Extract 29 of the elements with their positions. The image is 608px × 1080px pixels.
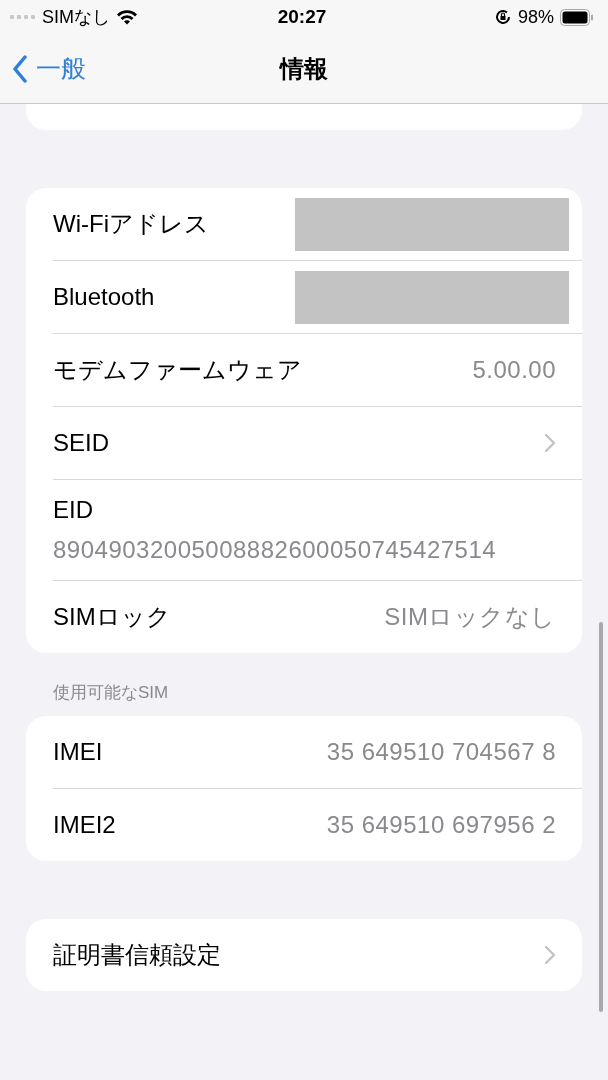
carrier-text: SIMなし xyxy=(42,6,110,29)
row-label: 証明書信頼設定 xyxy=(53,940,221,970)
row-value: 5.00.00 xyxy=(472,356,556,384)
back-button[interactable]: 一般 xyxy=(12,52,86,85)
settings-row[interactable]: 証明書信頼設定 xyxy=(53,919,582,991)
row-value: 35 649510 704567 8 xyxy=(326,738,556,766)
clock-time: 20:27 xyxy=(277,6,327,28)
chevron-icon xyxy=(544,945,556,965)
wifi-icon xyxy=(116,9,138,25)
chevron-icon xyxy=(544,433,556,453)
row-value: 35 649510 697956 2 xyxy=(326,811,556,839)
row-label: Wi-Fiアドレス xyxy=(53,209,209,239)
row-value: SIMロックなし xyxy=(384,602,556,632)
row-label: IMEI xyxy=(53,738,103,766)
row-label: モデムファームウェア xyxy=(53,355,302,385)
row-label: EID xyxy=(53,496,94,524)
battery-percent: 98% xyxy=(518,6,554,28)
battery-icon xyxy=(560,8,594,26)
row-label: SIMロック xyxy=(53,602,171,632)
chevron-left-icon xyxy=(12,54,28,83)
section-header: 使用可能なSIM xyxy=(52,682,170,704)
row-label: Bluetooth xyxy=(53,283,155,311)
row-label: SEID xyxy=(53,429,109,457)
row-label: IMEI2 xyxy=(53,811,116,839)
settings-row[interactable]: SEID xyxy=(53,406,582,479)
page-title: 情報 xyxy=(280,53,328,84)
row-value: 89049032005008882600050745427514 xyxy=(53,536,498,564)
signal-icon xyxy=(10,14,36,20)
rotation-lock-icon xyxy=(494,8,512,26)
